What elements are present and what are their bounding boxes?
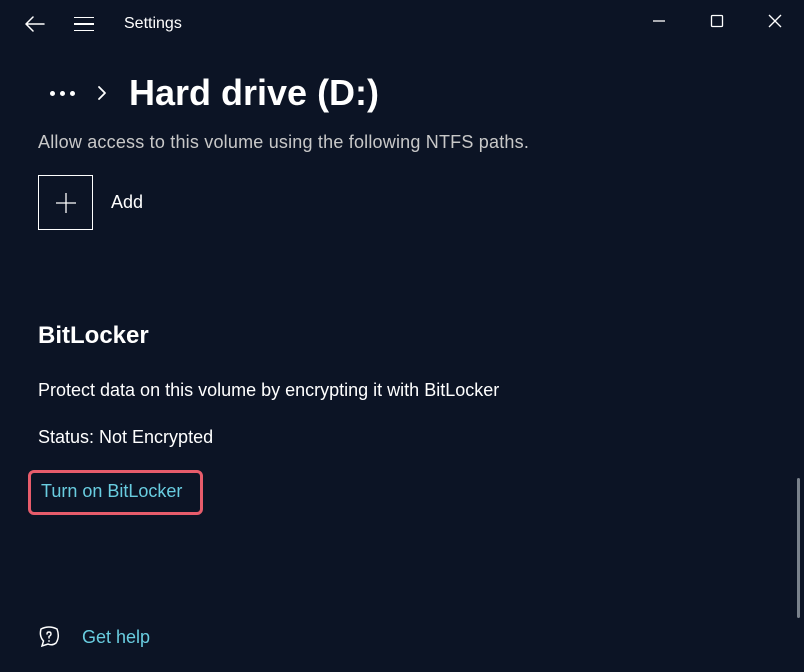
help-icon (38, 626, 60, 648)
back-arrow-icon (25, 16, 45, 32)
add-path-row: Add (38, 175, 766, 230)
window-controls (630, 0, 804, 42)
breadcrumb: Hard drive (D:) (0, 48, 804, 132)
turn-on-bitlocker-link[interactable]: Turn on BitLocker (41, 481, 182, 501)
back-button[interactable] (24, 13, 46, 35)
bitlocker-heading: BitLocker (38, 322, 766, 350)
minimize-icon (652, 14, 666, 28)
plus-icon (53, 190, 79, 216)
app-title: Settings (124, 15, 182, 33)
minimize-button[interactable] (630, 0, 688, 42)
maximize-icon (710, 14, 724, 28)
get-help-link[interactable]: Get help (82, 627, 150, 648)
scrollbar[interactable] (797, 478, 800, 618)
content-area: Allow access to this volume using the fo… (0, 132, 804, 515)
hamburger-line (74, 17, 94, 19)
help-row: Get help (38, 626, 150, 648)
menu-button[interactable] (74, 17, 94, 32)
bitlocker-status: Status: Not Encrypted (38, 427, 766, 448)
bitlocker-description: Protect data on this volume by encryptin… (38, 380, 766, 401)
breadcrumb-ellipsis[interactable] (50, 91, 75, 96)
hamburger-line (74, 30, 94, 32)
maximize-button[interactable] (688, 0, 746, 42)
ntfs-description: Allow access to this volume using the fo… (38, 132, 766, 153)
add-button[interactable] (38, 175, 93, 230)
page-title: Hard drive (D:) (129, 72, 379, 114)
add-label: Add (111, 192, 143, 213)
close-icon (768, 14, 782, 28)
hamburger-line (74, 23, 94, 25)
highlight-box: Turn on BitLocker (28, 470, 203, 515)
close-button[interactable] (746, 0, 804, 42)
chevron-right-icon (97, 85, 107, 101)
